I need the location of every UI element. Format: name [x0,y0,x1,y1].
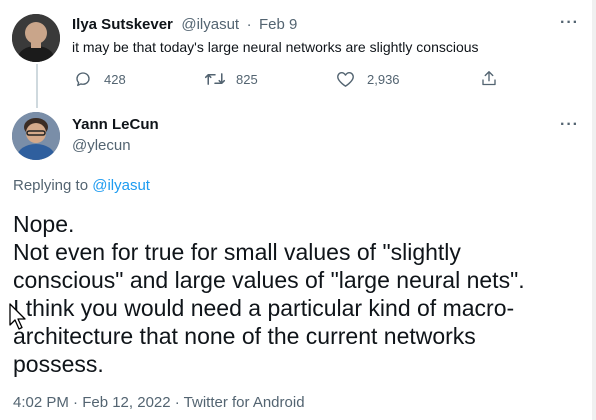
replying-to-label: Replying to [13,177,89,194]
tweet-line: Not even for true for small values of "s… [13,239,461,265]
more-icon[interactable]: ··· [560,14,579,32]
display-name-ilya[interactable]: Ilya Sutskever [72,16,173,33]
retweet-button[interactable]: 825 [204,70,258,88]
tweet-body-yann: Nope. Not even for true for small values… [13,210,525,378]
reply-icon [76,72,90,87]
like-count: 2,936 [367,71,400,87]
tweet-line: conscious" and large values of "large ne… [13,267,525,293]
avatar-ilya-image [12,14,60,62]
avatar-yann-image [12,112,60,160]
replying-to-handle-link[interactable]: @ilyasut [92,177,150,194]
replying-to: Replying to @ilyasut [13,177,150,194]
reply-count: 428 [104,71,126,87]
handle-yann[interactable]: @ylecun [72,137,131,154]
like-button[interactable]: 2,936 [336,70,400,88]
retweet-count: 825 [236,71,258,87]
avatar-yann[interactable] [12,112,60,160]
retweet-icon [204,73,226,85]
tweet-line: possess. [13,351,104,377]
tweet-footer-timestamp[interactable]: 4:02 PM · Feb 12, 2022 · Twitter for And… [13,394,305,411]
tweet-text-ilya: it may be that today's large neural netw… [72,39,479,55]
thread-connector-line [36,64,38,108]
mouse-cursor-icon [9,303,26,330]
tweet-line: architecture that none of the current ne… [13,323,476,349]
tweet-date-ilya[interactable]: Feb 9 [259,16,297,33]
avatar-ilya[interactable] [12,14,60,62]
like-icon [337,71,354,87]
display-name-yann[interactable]: Yann LeCun [72,116,159,133]
more-icon[interactable]: ··· [560,116,579,134]
handle-ilya[interactable]: @ilyasut [181,16,239,33]
share-button[interactable] [480,69,510,88]
share-icon [482,71,496,86]
scrollbar[interactable] [592,0,596,420]
tweet-header-ilya: Ilya Sutskever @ilyasut · Feb 9 [72,16,297,34]
header-separator: · [246,16,252,33]
tweet-line: Nope. [13,211,75,237]
reply-button[interactable]: 428 [74,70,126,88]
tweet-line: I think you would need a particular kind… [13,295,515,321]
